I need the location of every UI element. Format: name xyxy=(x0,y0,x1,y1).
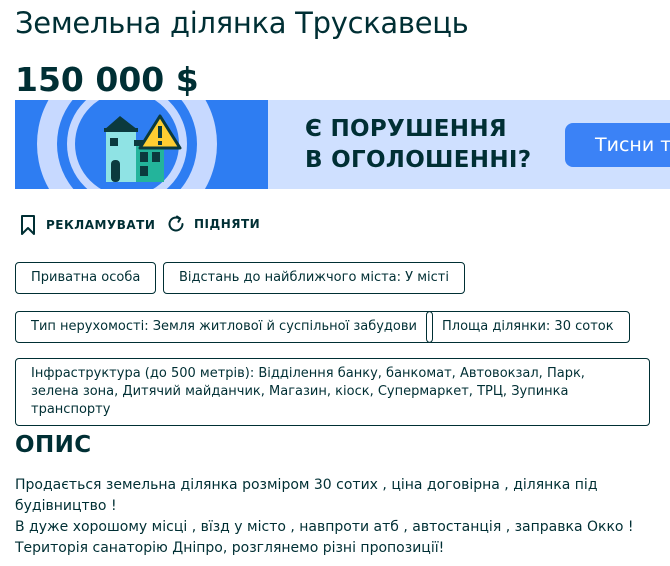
banner-headline-line2: В ОГОЛОШЕННІ? xyxy=(305,147,532,173)
banner-illustration xyxy=(15,100,268,189)
refresh-icon xyxy=(168,215,184,232)
raise-label: ПІДНЯТИ xyxy=(194,217,261,231)
report-banner[interactable]: Є ПОРУШЕННЯ В ОГОЛОШЕННІ? Тисни тут xyxy=(15,100,670,189)
description-line: Продається земельна ділянка розміром 30 … xyxy=(15,477,598,493)
raise-button[interactable]: ПІДНЯТИ xyxy=(166,214,260,234)
tag-infrastructure[interactable]: Інфраструктура (до 500 метрів): Відділен… xyxy=(15,358,650,426)
bookmark-icon xyxy=(21,215,35,235)
tag-seller-type[interactable]: Приватна особа xyxy=(15,262,157,294)
description-line: будівництво ! xyxy=(15,498,117,514)
listing-price: 150 000 $ xyxy=(15,60,199,99)
description-heading: ОПИС xyxy=(15,432,92,458)
promote-label: РЕКЛАМУВАТИ xyxy=(46,218,156,232)
banner-headline: Є ПОРУШЕННЯ В ОГОЛОШЕННІ? xyxy=(305,114,531,176)
tag-distance[interactable]: Відстань до найближчого міста: У місті xyxy=(163,262,465,294)
description-line: В дуже хорошому місці , вїзд у місто , н… xyxy=(15,519,634,535)
house-warning-icon xyxy=(104,114,182,182)
tag-property-type[interactable]: Тип нерухомості: Земля житлової й суспіл… xyxy=(15,311,433,343)
promote-button[interactable]: РЕКЛАМУВАТИ xyxy=(18,214,155,236)
listing-title: Земельна ділянка Трускавець xyxy=(15,6,469,40)
description-line: Територія санаторію Дніпро, розглянемо р… xyxy=(15,540,445,556)
tag-area[interactable]: Площа ділянки: 30 соток xyxy=(426,311,630,343)
description-text: Продається земельна ділянка розміром 30 … xyxy=(15,475,665,559)
banner-cta-button[interactable]: Тисни тут xyxy=(565,123,670,167)
banner-headline-line1: Є ПОРУШЕННЯ xyxy=(305,116,507,142)
